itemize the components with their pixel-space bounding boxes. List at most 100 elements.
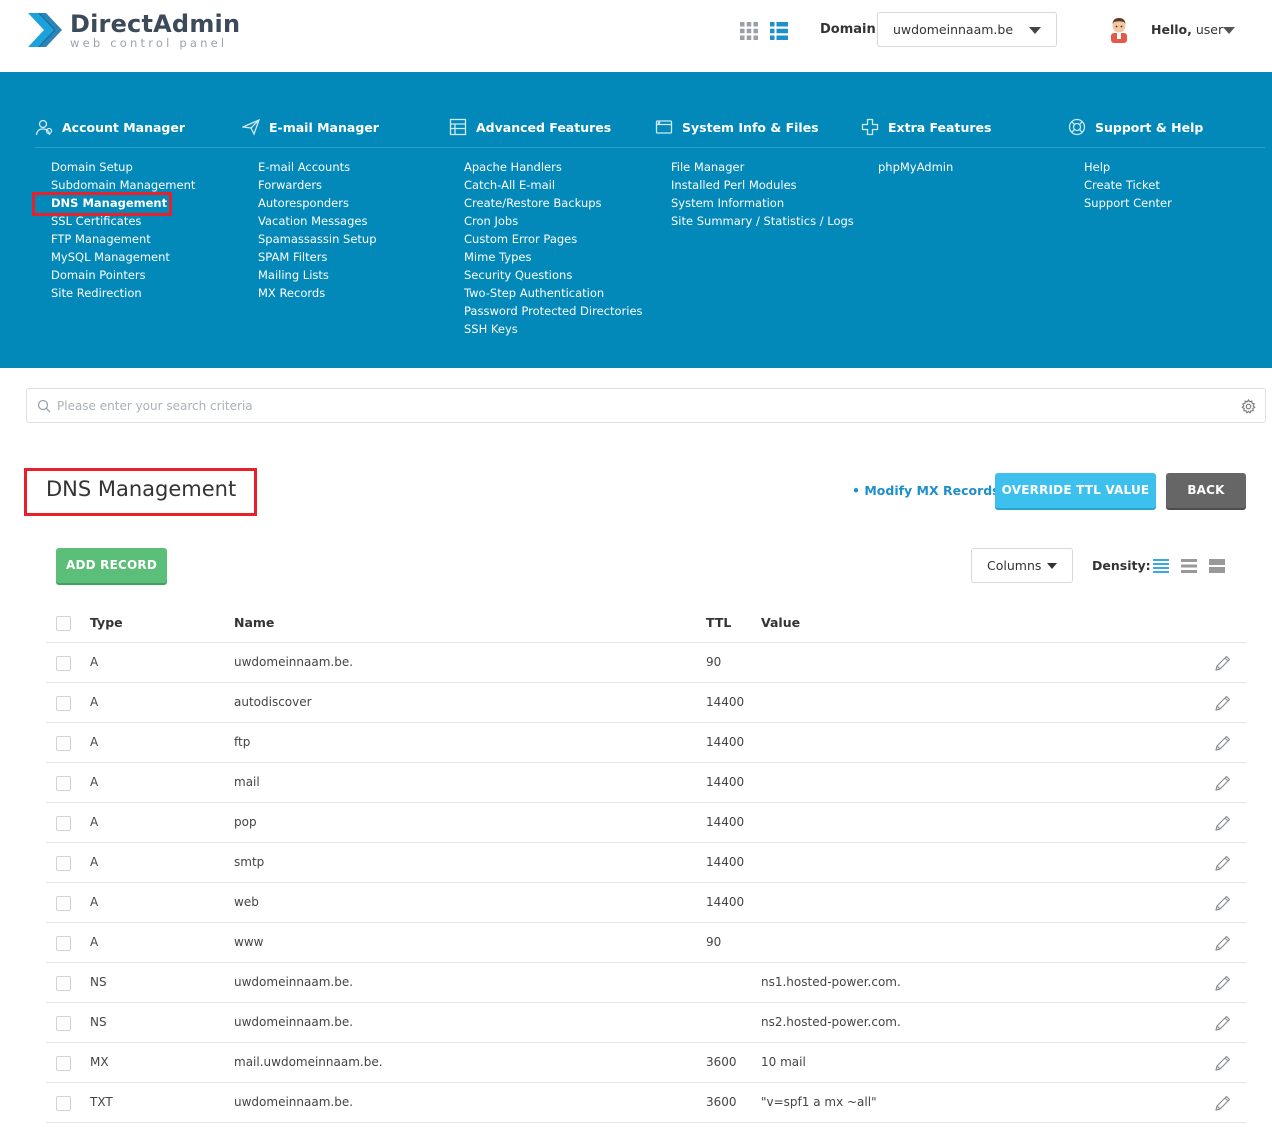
row-checkbox[interactable] xyxy=(56,736,71,751)
row-checkbox[interactable] xyxy=(56,1096,71,1111)
menu-heading-account-manager[interactable]: Account Manager xyxy=(35,116,235,138)
menu-item-mx-records[interactable]: MX Records xyxy=(258,284,377,302)
edit-pencil-icon[interactable] xyxy=(1214,814,1232,832)
avatar[interactable] xyxy=(1107,15,1131,43)
row-checkbox[interactable] xyxy=(56,976,71,991)
menu-item-create-ticket[interactable]: Create Ticket xyxy=(1084,176,1172,194)
back-button[interactable]: BACK xyxy=(1166,473,1246,508)
edit-pencil-icon[interactable] xyxy=(1214,1054,1232,1072)
record-name: smtp xyxy=(234,855,265,869)
menu-item-apache-handlers[interactable]: Apache Handlers xyxy=(464,158,643,176)
menu-item-ssh-keys[interactable]: SSH Keys xyxy=(464,320,643,338)
search-bar[interactable] xyxy=(26,388,1266,423)
menu-heading-system-info[interactable]: System Info & Files xyxy=(655,116,855,138)
table-row: NS uwdomeinnaam.be. ns2.hosted-power.com. xyxy=(46,1003,1246,1043)
record-value: "v=spf1 a mx ~all" xyxy=(761,1095,877,1109)
menu-heading-email-manager[interactable]: E-mail Manager xyxy=(242,116,442,138)
density-compact-icon[interactable] xyxy=(1153,558,1169,574)
menu-item-security-questions[interactable]: Security Questions xyxy=(464,266,643,284)
menu-item-ftp-management[interactable]: FTP Management xyxy=(51,230,195,248)
menu-item-mime-types[interactable]: Mime Types xyxy=(464,248,643,266)
logo-title: DirectAdmin xyxy=(70,10,241,38)
edit-pencil-icon[interactable] xyxy=(1214,654,1232,672)
menu-item-spam-filters[interactable]: SPAM Filters xyxy=(258,248,377,266)
row-checkbox[interactable] xyxy=(56,776,71,791)
row-checkbox[interactable] xyxy=(56,936,71,951)
menu-item-site-summary[interactable]: Site Summary / Statistics / Logs xyxy=(671,212,854,230)
top-bar: DirectAdmin web control panel Domain uwd… xyxy=(0,0,1272,72)
edit-pencil-icon[interactable] xyxy=(1214,894,1232,912)
menu-item-mysql-management[interactable]: MySQL Management xyxy=(51,248,195,266)
density-normal-icon[interactable] xyxy=(1181,558,1197,574)
row-checkbox[interactable] xyxy=(56,1016,71,1031)
column-header-name[interactable]: Name xyxy=(234,603,274,643)
menu-item-domain-setup[interactable]: Domain Setup xyxy=(51,158,195,176)
menu-item-forwarders[interactable]: Forwarders xyxy=(258,176,377,194)
user-menu-chevron-icon[interactable] xyxy=(1223,27,1235,34)
menu-item-phpmyadmin[interactable]: phpMyAdmin xyxy=(878,158,953,176)
column-header-ttl[interactable]: TTL xyxy=(706,603,731,643)
menu-item-spamassassin-setup[interactable]: Spamassassin Setup xyxy=(258,230,377,248)
override-ttl-button[interactable]: OVERRIDE TTL VALUE xyxy=(995,473,1156,508)
menu-item-help[interactable]: Help xyxy=(1084,158,1172,176)
row-checkbox[interactable] xyxy=(56,856,71,871)
edit-pencil-icon[interactable] xyxy=(1214,694,1232,712)
add-record-button[interactable]: ADD RECORD xyxy=(56,548,167,583)
edit-pencil-icon[interactable] xyxy=(1214,1014,1232,1032)
columns-dropdown[interactable]: Columns xyxy=(971,548,1073,583)
record-value: 10 mail xyxy=(761,1055,806,1069)
column-header-value[interactable]: Value xyxy=(761,603,800,643)
edit-pencil-icon[interactable] xyxy=(1214,934,1232,952)
menu-item-support-center[interactable]: Support Center xyxy=(1084,194,1172,212)
menu-item-vacation-messages[interactable]: Vacation Messages xyxy=(258,212,377,230)
menu-item-site-redirection[interactable]: Site Redirection xyxy=(51,284,195,302)
row-checkbox[interactable] xyxy=(56,896,71,911)
menu-item-custom-error-pages[interactable]: Custom Error Pages xyxy=(464,230,643,248)
density-comfortable-icon[interactable] xyxy=(1209,558,1225,574)
search-input[interactable] xyxy=(57,389,1227,422)
menu-item-cron-jobs[interactable]: Cron Jobs xyxy=(464,212,643,230)
menu-item-two-step-authentication[interactable]: Two-Step Authentication xyxy=(464,284,643,302)
user-greeting[interactable]: Hello, user xyxy=(1151,22,1223,37)
menu-item-domain-pointers[interactable]: Domain Pointers xyxy=(51,266,195,284)
row-checkbox[interactable] xyxy=(56,816,71,831)
column-header-type[interactable]: Type xyxy=(90,603,123,643)
logo-mark-icon xyxy=(28,13,62,47)
edit-pencil-icon[interactable] xyxy=(1214,854,1232,872)
menu-item-mailing-lists[interactable]: Mailing Lists xyxy=(258,266,377,284)
menu-item-autoresponders[interactable]: Autoresponders xyxy=(258,194,377,212)
domain-select[interactable]: uwdomeinnaam.be xyxy=(877,12,1057,47)
menu-heading-label: System Info & Files xyxy=(682,119,819,135)
list-view-icon[interactable] xyxy=(770,22,788,40)
row-checkbox[interactable] xyxy=(56,696,71,711)
record-name: mail xyxy=(234,775,260,789)
menu-item-file-manager[interactable]: File Manager xyxy=(671,158,854,176)
table-row: Aftp 14400 xyxy=(46,723,1246,763)
edit-pencil-icon[interactable] xyxy=(1214,734,1232,752)
menu-item-catch-all-email[interactable]: Catch-All E-mail xyxy=(464,176,643,194)
record-name: web xyxy=(234,895,259,909)
menu-heading-advanced-features[interactable]: Advanced Features xyxy=(449,116,649,138)
modify-mx-records-link[interactable]: • Modify MX Records xyxy=(852,483,1000,498)
menu-item-password-protected-directories[interactable]: Password Protected Directories xyxy=(464,302,643,320)
edit-pencil-icon[interactable] xyxy=(1214,974,1232,992)
menu-item-email-accounts[interactable]: E-mail Accounts xyxy=(258,158,377,176)
record-type: A xyxy=(90,775,99,789)
table-row: Aweb 14400 xyxy=(46,883,1246,923)
row-checkbox[interactable] xyxy=(56,1056,71,1071)
greeting-text: Hello, xyxy=(1151,22,1192,37)
menu-item-create-restore-backups[interactable]: Create/Restore Backups xyxy=(464,194,643,212)
logo[interactable]: DirectAdmin web control panel xyxy=(26,9,240,51)
menu-item-system-information[interactable]: System Information xyxy=(671,194,854,212)
menu-heading-support-help[interactable]: Support & Help xyxy=(1068,116,1268,138)
edit-pencil-icon[interactable] xyxy=(1214,1094,1232,1112)
menu-heading-extra-features[interactable]: Extra Features xyxy=(861,116,1061,138)
row-checkbox[interactable] xyxy=(56,656,71,671)
grid-view-icon[interactable] xyxy=(740,22,758,40)
gear-icon[interactable] xyxy=(1241,399,1256,414)
select-all-checkbox[interactable] xyxy=(56,616,71,631)
record-name: ftp xyxy=(234,735,251,749)
record-name: autodiscover xyxy=(234,695,312,709)
edit-pencil-icon[interactable] xyxy=(1214,774,1232,792)
menu-item-installed-perl-modules[interactable]: Installed Perl Modules xyxy=(671,176,854,194)
